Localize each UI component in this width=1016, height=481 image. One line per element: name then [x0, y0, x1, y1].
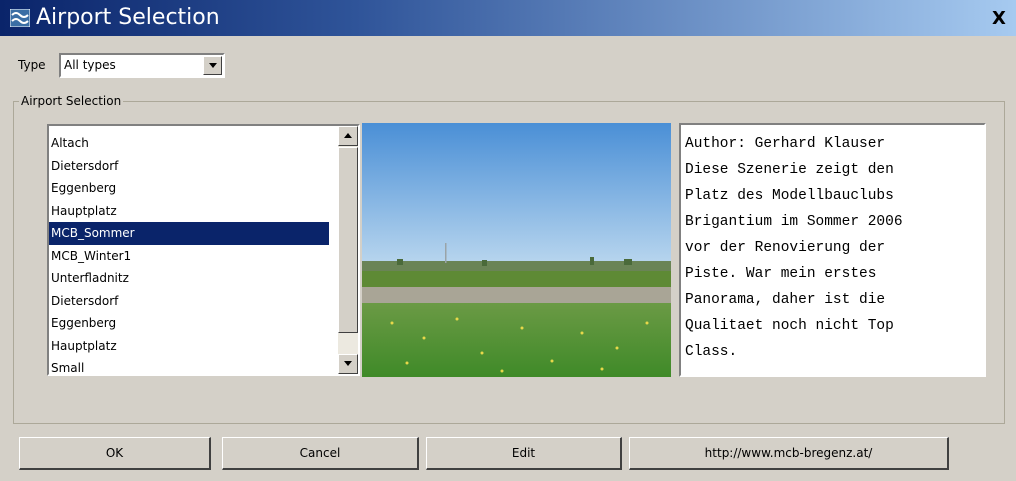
airport-list-item[interactable]: Hauptplatz: [49, 335, 329, 358]
scroll-up-button[interactable]: [338, 126, 358, 146]
scroll-thumb[interactable]: [338, 147, 358, 333]
chevron-down-icon: [209, 63, 217, 68]
airport-description: Author: Gerhard Klauser Diese Szenerie z…: [679, 123, 986, 377]
airport-preview-image: [362, 123, 671, 377]
airport-list-item[interactable]: Dietersdorf: [49, 155, 329, 178]
airport-list-item[interactable]: MCB_Sommer: [49, 222, 329, 245]
app-icon: [10, 9, 30, 27]
cancel-button[interactable]: Cancel: [222, 437, 419, 470]
type-dropdown[interactable]: All types: [59, 53, 225, 78]
airport-list-item[interactable]: Altach: [49, 132, 329, 155]
airport-list-item[interactable]: Eggenberg: [49, 312, 329, 335]
type-dropdown-value: All types: [64, 58, 116, 72]
close-button[interactable]: X: [988, 9, 1010, 29]
airport-list-item[interactable]: Unterfladnitz: [49, 267, 329, 290]
airport-list-item[interactable]: Hauptplatz: [49, 200, 329, 223]
scroll-down-button[interactable]: [338, 354, 358, 374]
scroll-down-icon: [344, 361, 352, 366]
ok-button[interactable]: OK: [19, 437, 211, 470]
edit-button[interactable]: Edit: [426, 437, 622, 470]
airport-list-item[interactable]: Small: [49, 357, 329, 374]
close-icon: X: [992, 8, 1006, 29]
title-bar[interactable]: Airport Selection: [0, 0, 1016, 36]
vertical-scrollbar[interactable]: [338, 126, 358, 374]
scroll-up-icon: [344, 133, 352, 138]
airport-list-item[interactable]: MCB_Winter1: [49, 245, 329, 268]
airport-list-items: Altach Dietersdorf Eggenberg Hauptplatz MCB_…: [49, 132, 329, 374]
airport-list[interactable]: Altach Dietersdorf Eggenberg Hauptplatz MCB_…: [47, 124, 360, 376]
airport-list-item[interactable]: Dietersdorf: [49, 290, 329, 313]
dropdown-button[interactable]: [203, 56, 222, 75]
airport-list-item[interactable]: Eggenberg: [49, 177, 329, 200]
window-title: Airport Selection: [36, 5, 220, 30]
website-button[interactable]: http://www.mcb-bregenz.at/: [629, 437, 949, 470]
group-label: Airport Selection: [19, 94, 124, 108]
type-label: Type: [18, 58, 46, 72]
